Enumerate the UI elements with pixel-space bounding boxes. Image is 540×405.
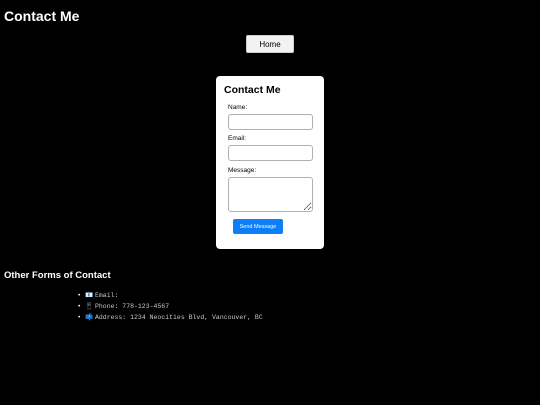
name-input[interactable] — [228, 114, 313, 130]
address-text: Address: 1234 Neocities Blvd, Vancouver,… — [95, 314, 263, 321]
list-item-address: 📫Address: 1234 Neocities Blvd, Vancouver… — [78, 312, 263, 323]
phone-icon: 📱 — [85, 302, 94, 310]
form-title: Contact Me — [224, 84, 281, 96]
email-text: Email: — [95, 292, 119, 299]
other-contact-heading: Other Forms of Contact — [4, 270, 111, 281]
home-button[interactable]: Home — [246, 35, 294, 53]
email-icon: 📧 — [85, 291, 94, 299]
email-label: Email: — [228, 135, 247, 142]
message-textarea[interactable] — [228, 177, 313, 212]
contact-form-card: Contact Me Name: Email: Message: Send Me… — [216, 76, 324, 249]
name-label: Name: — [228, 104, 248, 111]
page-title: Contact Me — [4, 8, 80, 24]
contact-list: 📧Email: 📱Phone: 778-123-4567 📫Address: 1… — [78, 290, 263, 323]
message-label: Message: — [228, 167, 257, 174]
list-item-phone: 📱Phone: 778-123-4567 — [78, 301, 263, 312]
mailbox-icon: 📫 — [85, 313, 94, 321]
send-message-button[interactable]: Send Message — [233, 219, 283, 234]
list-item-email: 📧Email: — [78, 290, 263, 301]
email-input[interactable] — [228, 145, 313, 161]
phone-text: Phone: 778-123-4567 — [95, 303, 170, 310]
